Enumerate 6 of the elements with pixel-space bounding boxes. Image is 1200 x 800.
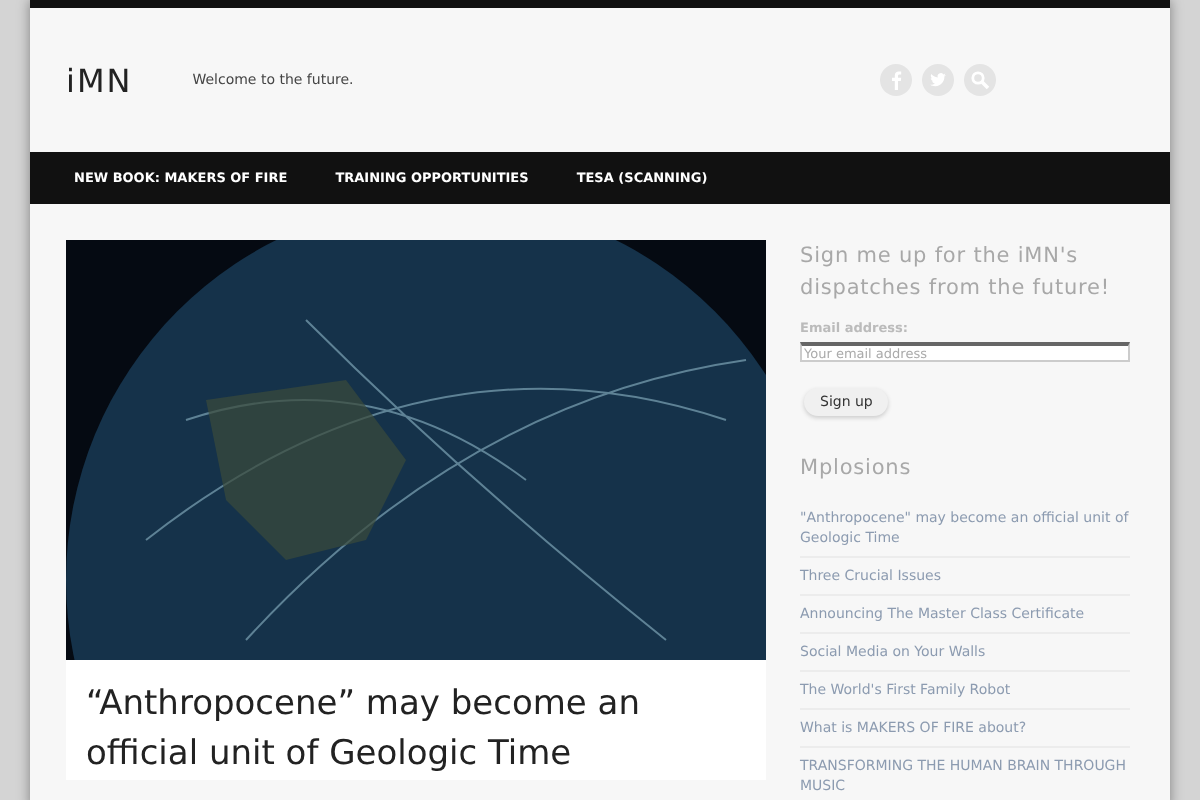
search-icon[interactable] bbox=[964, 64, 996, 96]
signup-heading: Sign me up for the iMN's dispatches from the future! bbox=[800, 242, 1112, 304]
facebook-icon[interactable] bbox=[880, 64, 912, 96]
mplosions-heading: Mplosions bbox=[800, 454, 914, 484]
bird-icon[interactable] bbox=[922, 64, 954, 96]
site-title[interactable]: iMN bbox=[66, 61, 133, 99]
